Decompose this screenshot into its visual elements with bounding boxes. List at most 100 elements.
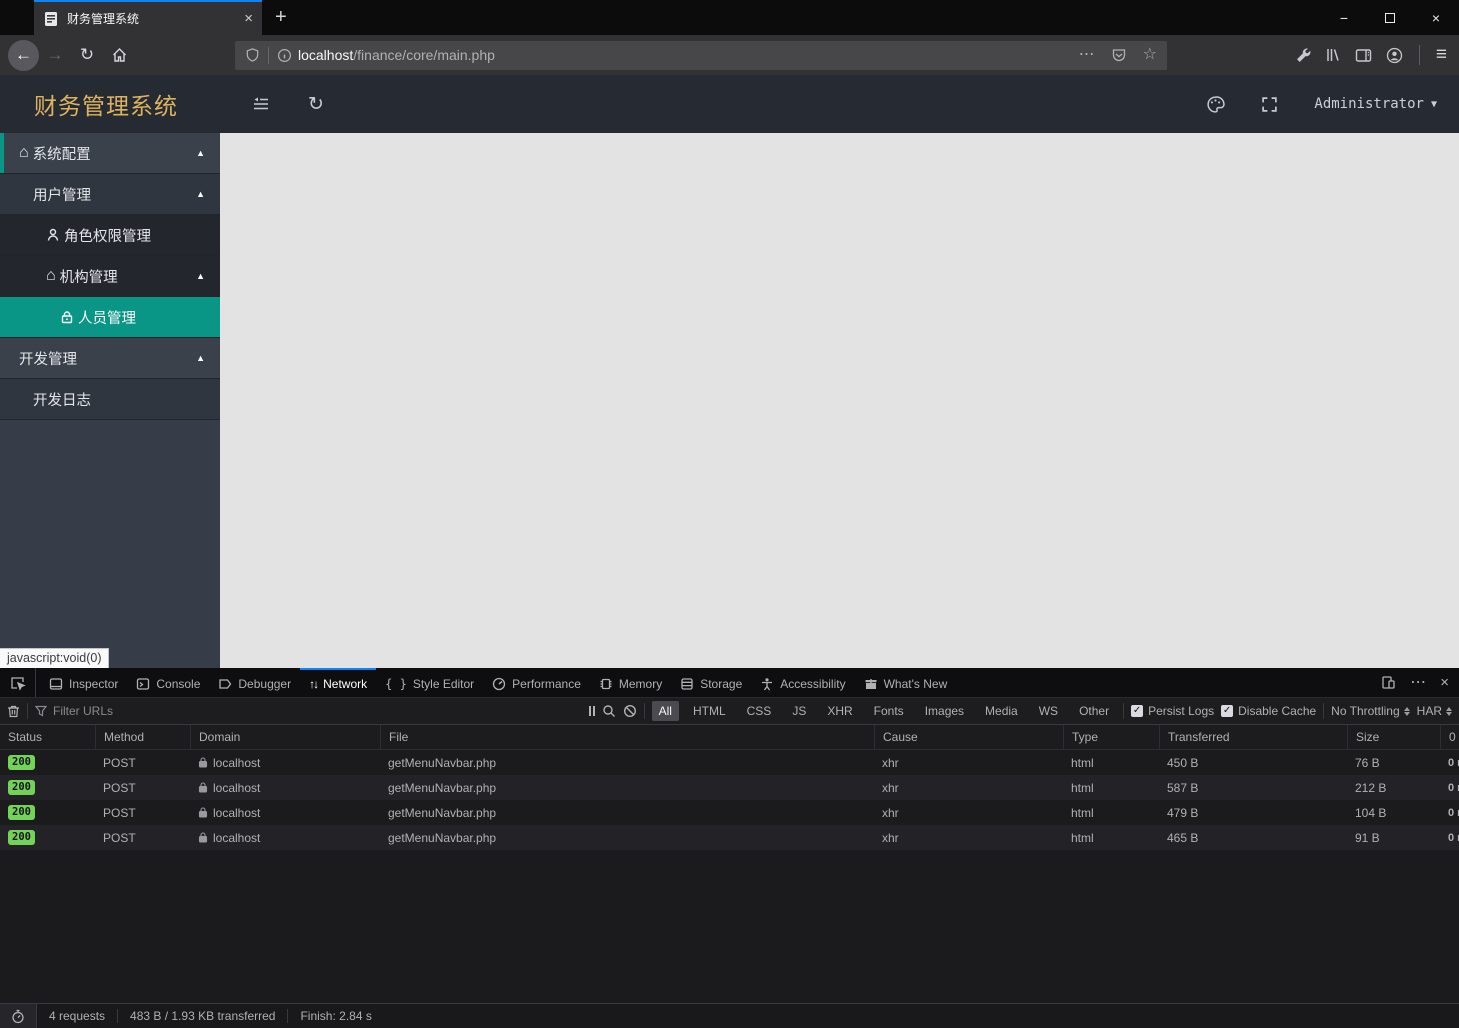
filter-type-js[interactable]: JS	[785, 701, 813, 721]
account-icon[interactable]	[1386, 47, 1403, 64]
col-waterfall[interactable]: 0 ms	[1440, 725, 1459, 750]
tab-label: Inspector	[69, 676, 119, 691]
filter-type-html[interactable]: HTML	[686, 701, 733, 721]
tab-performance[interactable]: Performance	[483, 668, 590, 697]
tab-accessibility[interactable]: Accessibility	[751, 668, 854, 697]
sidebar-item-role-permissions[interactable]: 角色权限管理	[0, 215, 220, 256]
network-request-row[interactable]: 200 POST localhost getMenuNavbar.php xhr…	[0, 775, 1459, 800]
search-icon[interactable]	[602, 704, 616, 718]
sidebar-toggle-icon[interactable]	[252, 96, 270, 112]
pause-traffic-icon[interactable]	[588, 706, 595, 716]
tab-network[interactable]: ↑↓ Network	[300, 668, 377, 697]
sidebars-icon[interactable]	[1355, 48, 1372, 63]
bookmark-star-icon[interactable]: ☆	[1143, 47, 1157, 63]
select-arrows-icon	[1446, 706, 1452, 716]
size-cell: 91 B	[1355, 830, 1380, 845]
sidebar-item-org-mgmt[interactable]: ⌂ 机构管理 ▲	[0, 256, 220, 297]
pick-element-icon[interactable]	[0, 668, 36, 697]
reload-button[interactable]: ↻	[71, 40, 103, 70]
tab-memory[interactable]: Memory	[590, 668, 671, 697]
devtools-meatball-icon[interactable]: ⋯	[1410, 674, 1426, 691]
menu-hamburger-icon[interactable]: ≡	[1436, 44, 1447, 66]
app-header-right: Administrator ▼	[1206, 95, 1437, 114]
disable-cache-checkbox[interactable]: ✓ Disable Cache	[1221, 704, 1316, 718]
col-method[interactable]: Method	[95, 725, 190, 750]
network-request-row[interactable]: 200 POST localhost getMenuNavbar.php xhr…	[0, 800, 1459, 825]
page-actions-icon[interactable]: ⋯	[1079, 47, 1095, 63]
devtools-tabbar: Inspector Console Debugger ↑↓ Network { …	[0, 668, 1459, 697]
status-badge: 200	[8, 780, 35, 795]
col-status[interactable]: Status	[0, 725, 95, 750]
select-arrows-icon	[1403, 706, 1410, 716]
sidebar-item-user-mgmt[interactable]: 用户管理 ▲	[0, 174, 220, 215]
col-cause[interactable]: Cause	[874, 725, 1063, 750]
url-text[interactable]: localhost/finance/core/main.php	[298, 47, 495, 63]
tab-debugger[interactable]: Debugger	[209, 668, 300, 697]
size-cell: 104 B	[1355, 805, 1387, 820]
network-table-header: Status Method Domain File Cause Type Tra…	[0, 725, 1459, 750]
block-icon[interactable]	[623, 704, 637, 718]
user-menu[interactable]: Administrator ▼	[1314, 96, 1437, 112]
network-request-row[interactable]: 200 POST localhost getMenuNavbar.php xhr…	[0, 825, 1459, 850]
info-icon[interactable]	[277, 48, 292, 63]
pocket-icon[interactable]	[1111, 47, 1127, 63]
tab-storage[interactable]: Storage	[671, 668, 751, 697]
toolbar-divider	[1418, 45, 1420, 65]
tab-console[interactable]: Console	[127, 668, 209, 697]
filter-urls-input[interactable]: Filter URLs	[35, 704, 113, 718]
filter-type-ws[interactable]: WS	[1032, 701, 1065, 721]
shield-icon[interactable]	[245, 47, 260, 63]
new-tab-button[interactable]: +	[262, 0, 300, 35]
url-bar[interactable]: localhost/finance/core/main.php ⋯ ☆	[235, 40, 1167, 70]
filter-type-images[interactable]: Images	[918, 701, 971, 721]
col-size[interactable]: Size	[1347, 725, 1440, 750]
filter-type-xhr[interactable]: XHR	[820, 701, 859, 721]
har-select[interactable]: HAR	[1417, 704, 1452, 718]
filter-type-css[interactable]: CSS	[740, 701, 779, 721]
filter-type-other[interactable]: Other	[1072, 701, 1116, 721]
devtools-close-icon[interactable]: ×	[1440, 674, 1449, 691]
filter-divider	[27, 703, 28, 719]
forward-button[interactable]: →	[39, 40, 71, 70]
persist-logs-checkbox[interactable]: ✓ Persist Logs	[1131, 704, 1214, 718]
home-button[interactable]	[103, 40, 135, 70]
sidebar-item-personnel-mgmt[interactable]: 人员管理	[0, 297, 220, 338]
waterfall-cell: 0 ms	[1448, 756, 1459, 769]
minimize-button[interactable]: −	[1321, 0, 1367, 35]
col-transferred[interactable]: Transferred	[1159, 725, 1347, 750]
sidebar-item-system-config[interactable]: ⌂ 系统配置 ▲	[0, 133, 220, 174]
tab-whats-new[interactable]: What's New	[855, 668, 957, 697]
site-favicon-icon	[43, 11, 59, 27]
app-refresh-icon[interactable]: ↻	[308, 93, 324, 116]
type-cell: html	[1071, 780, 1094, 795]
filter-type-all[interactable]: All	[651, 701, 679, 721]
network-request-row[interactable]: 200 POST localhost getMenuNavbar.php xhr…	[0, 750, 1459, 775]
window-controls: − ×	[1321, 0, 1459, 35]
checkbox-checked-icon: ✓	[1221, 705, 1234, 717]
tab-close-icon[interactable]: ×	[244, 10, 253, 27]
col-file[interactable]: File	[380, 725, 874, 750]
devtools-wrench-icon[interactable]	[1295, 47, 1311, 63]
tab-style-editor[interactable]: { } Style Editor	[376, 668, 483, 697]
tab-inspector[interactable]: Inspector	[40, 668, 127, 697]
filter-type-media[interactable]: Media	[978, 701, 1025, 721]
performance-analysis-button[interactable]	[0, 1004, 37, 1028]
sidebar-item-dev-log[interactable]: 开发日志	[0, 379, 220, 420]
sidebar-item-dev-mgmt[interactable]: 开发管理 ▲	[0, 338, 220, 379]
chevron-up-icon: ▲	[196, 148, 205, 158]
library-icon[interactable]	[1325, 47, 1341, 63]
maximize-button[interactable]	[1367, 0, 1413, 35]
fullscreen-icon[interactable]	[1261, 96, 1278, 113]
tab-label: Console	[156, 676, 201, 691]
close-button[interactable]: ×	[1413, 0, 1459, 35]
filter-type-fonts[interactable]: Fonts	[867, 701, 911, 721]
throttling-select[interactable]: No Throttling	[1331, 704, 1410, 718]
col-domain[interactable]: Domain	[190, 725, 380, 750]
responsive-mode-icon[interactable]	[1381, 675, 1396, 690]
back-button[interactable]: ←	[8, 39, 39, 71]
domain-cell: localhost	[213, 830, 261, 845]
theme-palette-icon[interactable]	[1206, 95, 1226, 114]
browser-tab[interactable]: 财务管理系统 ×	[34, 0, 262, 35]
clear-requests-icon[interactable]	[7, 704, 20, 718]
col-type[interactable]: Type	[1063, 725, 1159, 750]
